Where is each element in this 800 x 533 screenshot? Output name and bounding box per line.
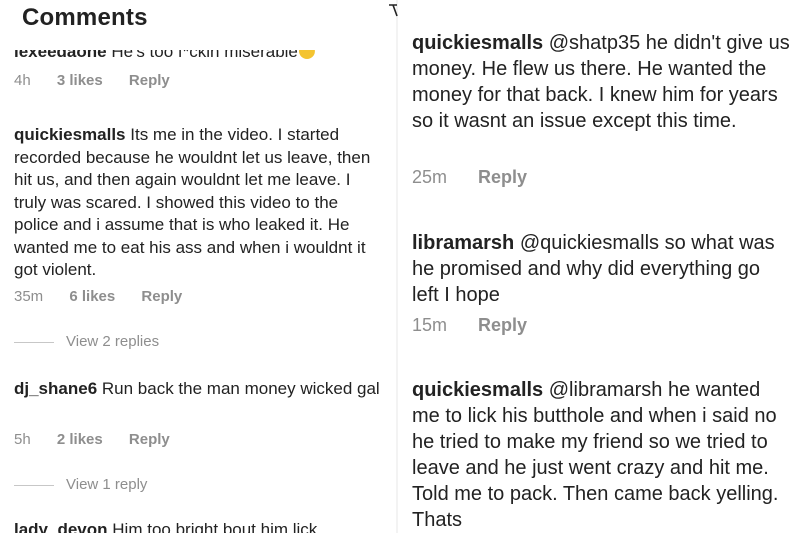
- cursor-mark-icon: [389, 4, 398, 17]
- view-replies-label: View 2 replies: [66, 333, 160, 350]
- comment: quickiesmalls @libramarsh he wanted me t…: [412, 377, 792, 533]
- comment-meta: 5h 2 likes Reply: [14, 431, 192, 448]
- likes-count[interactable]: 6 likes: [69, 288, 115, 305]
- reply-button[interactable]: Reply: [129, 431, 170, 448]
- comment-text: Run back the man money wicked gal: [101, 379, 380, 398]
- comment: quickiesmalls Its me in the video. I sta…: [14, 124, 384, 282]
- likes-count[interactable]: 2 likes: [57, 431, 103, 448]
- comment-text: @libramarsh he wanted me to lick his but…: [412, 379, 779, 531]
- replies-divider: [14, 484, 54, 486]
- comment-meta: 15m Reply: [412, 315, 553, 336]
- partial-comment-bottom: lady_devon Him too bright bout him lick: [14, 520, 317, 533]
- reply-button[interactable]: Reply: [141, 288, 182, 305]
- comment-username[interactable]: libramarsh: [412, 232, 514, 254]
- comment-meta: 25m Reply: [412, 167, 553, 188]
- comment-username[interactable]: quickiesmalls: [412, 379, 543, 401]
- comment: quickiesmalls @shatp35 he didn't give us…: [412, 30, 792, 134]
- panel-divider: [396, 0, 398, 533]
- comment-time: 4h: [14, 72, 31, 89]
- reply-button[interactable]: Reply: [129, 72, 170, 89]
- reply-button[interactable]: Reply: [478, 315, 527, 335]
- comment-time: 5h: [14, 431, 31, 448]
- comment-meta: 35m 6 likes Reply: [14, 288, 204, 305]
- comment-meta: 4h 3 likes Reply: [14, 72, 192, 89]
- right-comments-panel: quickiesmalls @shatp35 he didn't give us…: [402, 0, 800, 533]
- comment-text: He's too f*ckin miserable: [111, 42, 298, 61]
- comment-time: 15m: [412, 315, 448, 335]
- comment-username[interactable]: quickiesmalls: [412, 32, 543, 54]
- view-replies-link[interactable]: View 2 replies: [14, 333, 159, 350]
- comment-time: 25m: [412, 167, 448, 187]
- left-comments-panel: Comments lexeedaone He's too f*ckin mise…: [0, 0, 392, 533]
- comment-username[interactable]: quickiesmalls: [14, 125, 126, 144]
- comment-text: Its me in the video. I started recorded …: [14, 125, 371, 279]
- comment-username[interactable]: lady_devon: [14, 520, 108, 533]
- view-replies-label: View 1 reply: [66, 476, 148, 493]
- comments-title: Comments: [22, 4, 148, 31]
- comment-username[interactable]: lexeedaone: [14, 50, 107, 61]
- comment-text: Him too bright bout him lick: [112, 520, 318, 533]
- partial-comment-top: lexeedaone He's too f*ckin miserable: [14, 42, 315, 62]
- likes-count[interactable]: 3 likes: [57, 72, 103, 89]
- view-replies-link[interactable]: View 1 reply: [14, 476, 147, 493]
- comment-time: 35m: [14, 288, 44, 305]
- reply-button[interactable]: Reply: [478, 167, 527, 187]
- comment: dj_shane6 Run back the man money wicked …: [14, 378, 384, 401]
- emoji-icon: [298, 50, 315, 59]
- comment-username[interactable]: dj_shane6: [14, 379, 97, 398]
- replies-divider: [14, 341, 54, 343]
- comment: libramarsh @quickiesmalls so what was he…: [412, 230, 792, 308]
